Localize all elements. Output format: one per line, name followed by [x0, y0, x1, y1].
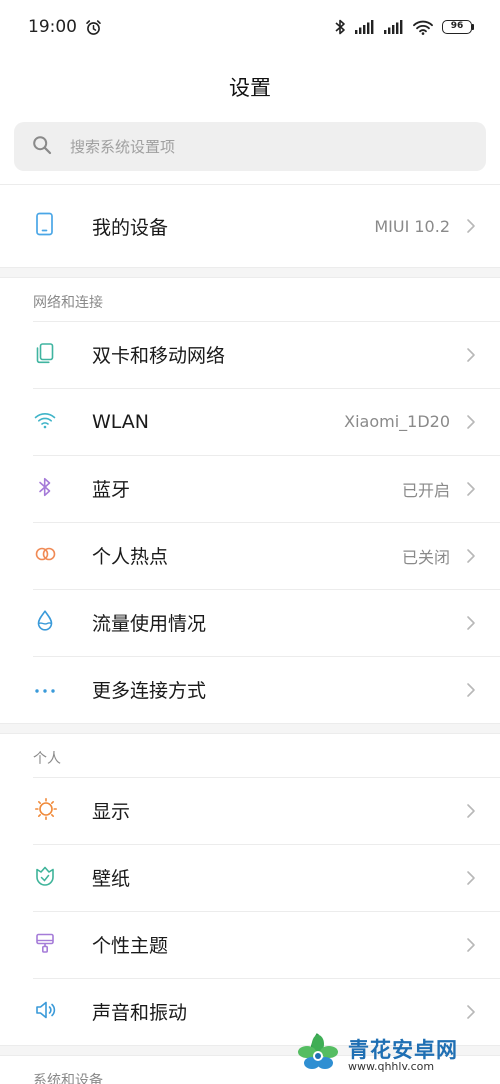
hotspot-row[interactable]: 个人热点 已关闭 [0, 522, 500, 589]
chevron-right-icon [466, 218, 500, 234]
watermark-logo-icon [294, 1030, 342, 1082]
section-separator [0, 723, 500, 734]
brightness-icon [34, 797, 58, 825]
sim-mobile-network-row[interactable]: 双卡和移动网络 [0, 321, 500, 388]
chevron-right-icon [466, 682, 500, 698]
phone-icon [34, 212, 56, 240]
site-watermark: 青花安卓网 www.qhhlv.com [294, 1028, 494, 1084]
search-input[interactable] [70, 137, 468, 156]
section-header-system-label: 系统和设备 [33, 1073, 103, 1084]
search-bar[interactable] [14, 122, 486, 171]
battery-icon: 96 [442, 20, 474, 34]
speaker-icon [34, 999, 58, 1025]
chevron-right-icon [466, 1004, 500, 1020]
bluetooth-value: 已开启 [401, 480, 450, 500]
bluetooth-label: 蓝牙 [92, 479, 131, 501]
status-bar: 19:00 96 [0, 0, 500, 54]
wifi-icon [34, 411, 56, 433]
status-right: 96 [334, 18, 474, 36]
status-time: 19:00 [28, 17, 77, 37]
battery-level: 96 [442, 20, 472, 34]
data-usage-icon [34, 609, 56, 637]
status-left: 19:00 [28, 17, 102, 37]
watermark-title: 青花安卓网 [348, 1038, 458, 1063]
chevron-right-icon [466, 615, 500, 631]
data-usage-row[interactable]: 流量使用情况 [0, 589, 500, 656]
display-row[interactable]: 显示 [0, 777, 500, 844]
watermark-text: 青花安卓网 www.qhhlv.com [348, 1039, 458, 1073]
wallpaper-label: 壁纸 [92, 868, 131, 890]
more-connections-row[interactable]: 更多连接方式 [0, 656, 500, 723]
chevron-right-icon [466, 548, 500, 564]
more-connections-label: 更多连接方式 [92, 680, 207, 702]
themes-label: 个性主题 [92, 935, 169, 957]
section-separator [0, 267, 500, 278]
my-device-value: MIUI 10.2 [374, 216, 450, 236]
my-device-row[interactable]: 我的设备 MIUI 10.2 [0, 185, 500, 267]
wlan-value: Xiaomi_1D20 [344, 412, 450, 431]
chevron-right-icon [466, 870, 500, 886]
chevron-right-icon [466, 481, 500, 497]
theme-brush-icon [34, 932, 56, 958]
chevron-right-icon [466, 803, 500, 819]
wallpaper-icon [34, 865, 56, 891]
chevron-right-icon [466, 414, 500, 430]
wallpaper-row[interactable]: 壁纸 [0, 844, 500, 911]
sim-mobile-network-label: 双卡和移动网络 [92, 345, 226, 367]
top-gap [0, 171, 500, 185]
chevron-right-icon [466, 937, 500, 953]
sim-cards-icon [34, 342, 56, 368]
data-usage-label: 流量使用情况 [92, 613, 207, 635]
page-title: 设置 [229, 76, 271, 100]
section-header-personal: 个人 [33, 751, 61, 767]
wlan-row[interactable]: WLAN Xiaomi_1D20 [0, 388, 500, 455]
section-header-network: 网络和连接 [33, 295, 103, 311]
chevron-right-icon [466, 347, 500, 363]
my-device-label: 我的设备 [92, 216, 169, 239]
wifi-status-icon [413, 20, 433, 35]
display-label: 显示 [92, 801, 131, 823]
watermark-url: www.qhhlv.com [348, 1060, 435, 1074]
hotspot-icon [34, 545, 58, 567]
bluetooth-icon [34, 476, 56, 502]
signal-2-icon [384, 20, 404, 34]
bluetooth-status-icon [334, 18, 346, 36]
sound-vibration-label: 声音和振动 [92, 1002, 188, 1024]
hotspot-value: 已关闭 [401, 547, 450, 567]
alarm-icon [85, 19, 102, 36]
search-icon [32, 135, 52, 159]
hotspot-label: 个人热点 [92, 546, 169, 568]
search-wrap [0, 120, 500, 171]
bluetooth-row[interactable]: 蓝牙 已开启 [0, 455, 500, 522]
more-dots-icon [34, 680, 56, 699]
signal-1-icon [355, 20, 375, 34]
themes-row[interactable]: 个性主题 [0, 911, 500, 978]
wlan-label: WLAN [92, 410, 150, 433]
